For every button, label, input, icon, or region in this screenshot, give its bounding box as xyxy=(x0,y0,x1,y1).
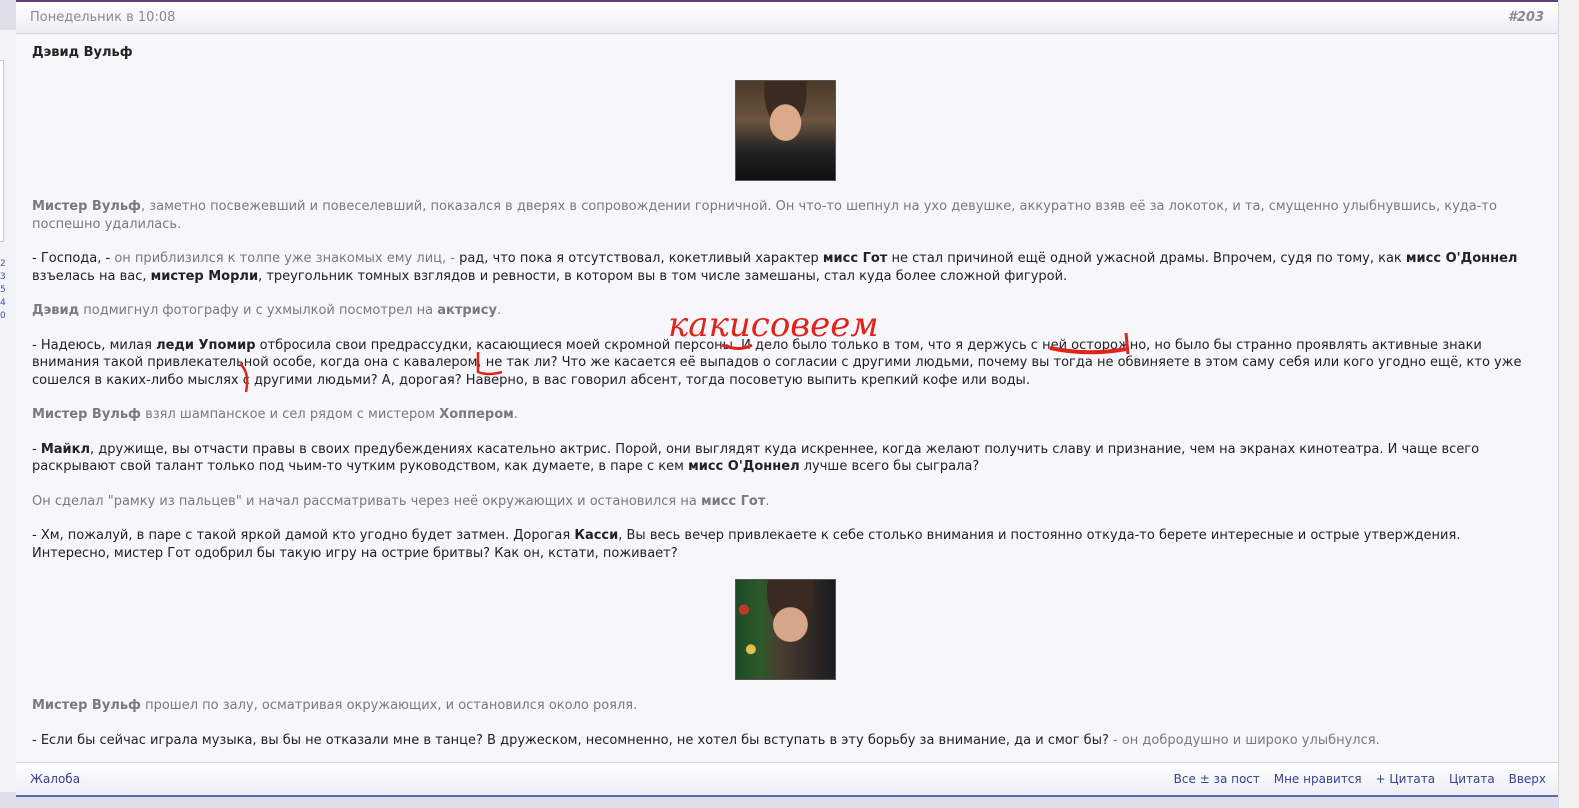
character-name: Мистер Вульф xyxy=(32,199,141,214)
post-author: Дэвид Вульф xyxy=(32,45,133,60)
post-header: Понедельник в 10:08 #203 xyxy=(16,0,1558,34)
paragraph-5: Мистер Вульф взял шампанское и сел рядом… xyxy=(32,406,1538,424)
narration-text: , заметно посвежевший и повеселевший, по… xyxy=(32,199,1497,232)
character-name: актрису xyxy=(437,303,497,318)
dialogue-text: - Хм, пожалуй, в паре с такой яркой дамо… xyxy=(32,528,575,543)
character-name: Мистер Вульф xyxy=(32,407,141,422)
character-name: Дэвид xyxy=(32,303,80,318)
dialogue-text: рад, что пока я отсутствовал, кокетливый… xyxy=(454,251,823,266)
paragraph-4: - Надеюсь, милая леди Упомир отбросила с… xyxy=(32,337,1538,390)
character-name: мисс О'Доннел xyxy=(1405,251,1518,266)
quote-link[interactable]: Цитата xyxy=(1449,772,1495,786)
paragraph-9: Мистер Вульф прошел по залу, осматривая … xyxy=(32,697,1538,715)
dialogue-text: - xyxy=(32,441,41,457)
narration-text: подмигнул фотографу и с ухмылкой посмотр… xyxy=(79,303,438,318)
sidebar-digit: 4 xyxy=(0,298,6,308)
character-name: мисс О'Доннел xyxy=(688,459,800,474)
character-portrait-image xyxy=(734,80,836,181)
sidebar-digit: 0 xyxy=(0,311,6,321)
narration-text: . xyxy=(496,303,502,318)
dialogue-text: взъелась на вас, xyxy=(32,268,151,284)
character-name: мисс Гот xyxy=(822,251,888,266)
sidebar-digit: 3 xyxy=(0,272,6,282)
dialogue-text: отбросила свои предрассудки, касающиеся … xyxy=(32,337,1522,388)
character-name: Касси xyxy=(574,528,619,543)
add-quote-link[interactable]: + Цитата xyxy=(1375,772,1435,786)
post-actions: Все ± за пост Мне нравится + Цитата Цита… xyxy=(1164,772,1546,786)
dialogue-text: , треугольник томных взглядов и ревности… xyxy=(258,268,1068,284)
post-number-link[interactable]: #203 xyxy=(1508,10,1544,25)
page-scrollbar[interactable] xyxy=(1558,0,1579,808)
dialogue-text: - Господа, - xyxy=(32,251,111,266)
paragraph-1: Мистер Вульф, заметно посвежевший и пове… xyxy=(32,198,1538,233)
dialogue-text: - Если бы сейчас играла музыка, вы бы не… xyxy=(32,732,1109,748)
report-link[interactable]: Жалоба xyxy=(30,772,80,786)
character-name: Майкл xyxy=(40,441,90,457)
rate-post-link[interactable]: Все ± за пост xyxy=(1174,772,1260,786)
post-date: Понедельник в 10:08 xyxy=(30,10,176,25)
paragraph-3: Дэвид подмигнул фотографу и с ухмылкой п… xyxy=(32,302,1538,320)
forum-post: Понедельник в 10:08 #203 Дэвид Вульф Мис… xyxy=(16,0,1558,797)
narration-text: . xyxy=(765,493,770,509)
paragraph-7: Он сделал "рамку из пальцев" и начал рас… xyxy=(32,493,1538,511)
character-name: мистер Морли xyxy=(150,268,259,284)
like-link[interactable]: Мне нравится xyxy=(1274,772,1362,786)
post-footer: Жалоба Все ± за пост Мне нравится + Цита… xyxy=(16,762,1558,797)
character-name: леди Упомир xyxy=(156,337,256,353)
dialogue-text: не стал причиной ещё одной ужасной драмы… xyxy=(887,251,1406,266)
paragraph-2: - Господа, - он приблизился к толпе уже … xyxy=(32,250,1538,285)
paragraph-6: - Майкл, дружище, вы отчасти правы в сво… xyxy=(32,441,1538,476)
paragraph-10: - Если бы сейчас играла музыка, вы бы не… xyxy=(32,732,1538,750)
character-portrait-image xyxy=(734,579,836,680)
sidebar-digits: 2 3 5 4 0 xyxy=(0,258,6,323)
narration-text: Он сделал "рамку из пальцев" и начал рас… xyxy=(32,493,701,509)
narration-text: . xyxy=(513,407,518,422)
post-content: Дэвид Вульф Мистер Вульф, заметно посвеж… xyxy=(32,44,1538,749)
narration-text: - он добродушно и широко улыбнулся. xyxy=(1108,732,1380,748)
character-name: Хоппером xyxy=(439,407,514,422)
narration-text: взял шампанское и сел рядом с мистером xyxy=(140,407,440,422)
character-name: мисс Гот xyxy=(700,493,766,509)
dialogue-text: - Надеюсь, милая xyxy=(32,337,157,353)
left-sidebar-strip: 2 3 5 4 0 xyxy=(0,30,17,792)
dialogue-text: лучше всего бы сыграла? xyxy=(799,459,980,474)
paragraph-8: - Хм, пожалуй, в паре с такой яркой дамо… xyxy=(32,527,1538,562)
narration-text: прошел по залу, осматривая окружающих, и… xyxy=(140,698,638,713)
sidebar-panel-edge xyxy=(0,60,4,242)
character-name: Мистер Вульф xyxy=(32,698,141,713)
scroll-top-link[interactable]: Вверх xyxy=(1509,772,1546,786)
sidebar-digit: 5 xyxy=(0,285,6,295)
narration-text: он приблизился к толпе уже знакомых ему … xyxy=(110,251,455,266)
sidebar-digit: 2 xyxy=(0,259,6,269)
